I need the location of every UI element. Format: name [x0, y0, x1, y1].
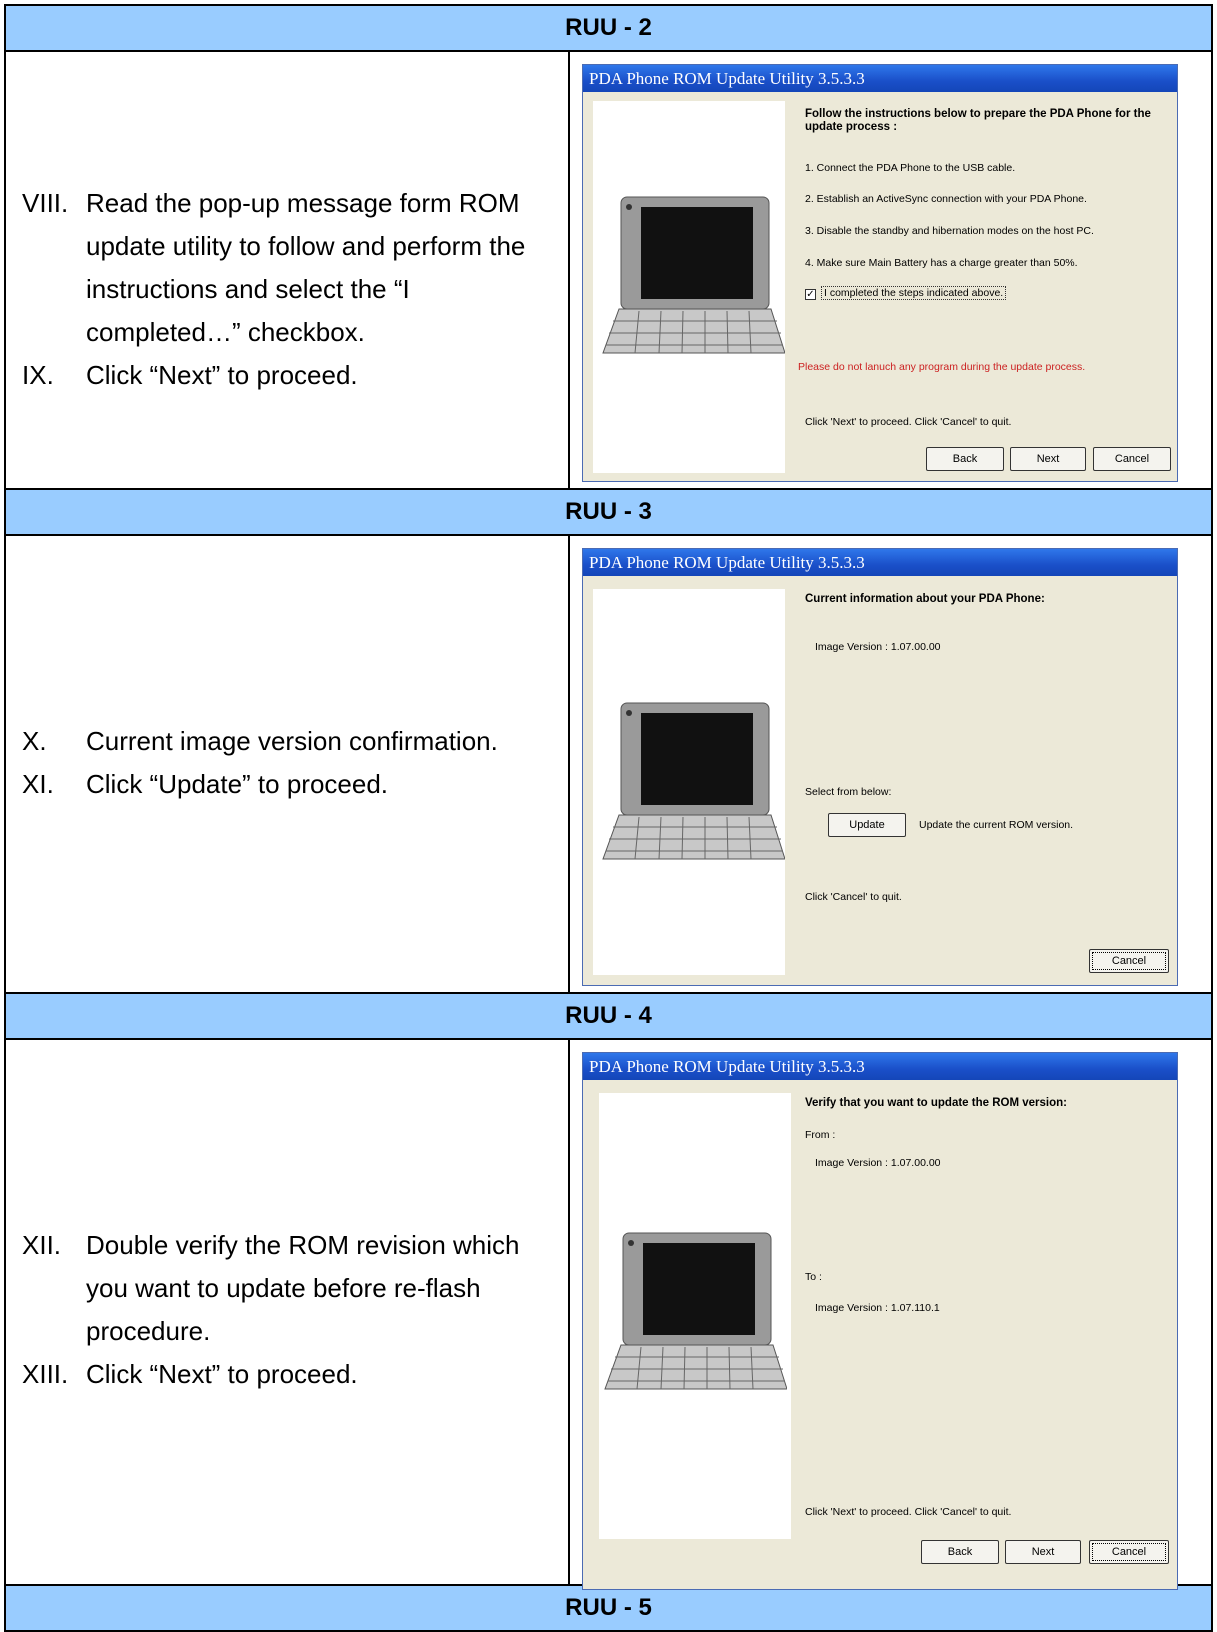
footer-text: Click 'Next' to proceed. Click 'Cancel' …: [805, 416, 1012, 428]
checkbox-label-wrap: I completed the steps indicated above.: [821, 286, 1007, 300]
instruction-cell: VIII. Read the pop-up message form ROM u…: [6, 52, 570, 488]
device-image-panel: [593, 101, 785, 473]
instruction-item: 2. Establish an ActiveSync connection wi…: [805, 193, 1087, 205]
warning-message: Please do not lanuch any program during …: [798, 361, 1086, 373]
ruu-window: PDA Phone ROM Update Utility 3.5.3.3 Fol…: [582, 64, 1178, 482]
section-header-ruu-3: RUU - 3: [6, 490, 1211, 536]
update-description: Update the current ROM version.: [919, 819, 1074, 831]
step-number: IX.: [22, 360, 54, 390]
completed-checkbox[interactable]: ✓: [805, 289, 816, 300]
step-text: Read the pop-up message form ROM update …: [86, 188, 526, 347]
pda-phone-image: [602, 196, 785, 354]
footer-text: Click 'Cancel' to quit.: [805, 891, 902, 903]
pda-phone-image: [602, 702, 785, 860]
step-item: XIII. Click “Next” to proceed.: [22, 1353, 526, 1396]
footer-text: Click 'Next' to proceed. Click 'Cancel' …: [805, 1506, 1012, 1518]
instruction-item: 1. Connect the PDA Phone to the USB cabl…: [805, 162, 1016, 174]
step-number: XII.: [22, 1230, 62, 1260]
update-button[interactable]: Update: [828, 813, 906, 837]
step-text: Click “Next” to proceed.: [86, 360, 358, 390]
screenshot-cell: PDA Phone ROM Update Utility 3.5.3.3 Fol…: [570, 52, 1211, 488]
next-button[interactable]: Next: [1005, 1540, 1081, 1564]
from-version: Image Version : 1.07.00.00: [815, 1157, 941, 1169]
instruction-cell: XII. Double verify the ROM revision whic…: [6, 1040, 570, 1584]
ruu-window: PDA Phone ROM Update Utility 3.5.3.3 Cur…: [582, 548, 1178, 986]
step-text: Double verify the ROM revision which you…: [86, 1230, 520, 1346]
section-header-ruu-4: RUU - 4: [6, 994, 1211, 1040]
step-item: XII. Double verify the ROM revision whic…: [22, 1224, 526, 1353]
device-image-panel: [593, 589, 785, 975]
instruction-cell: X. Current image version confirmation. X…: [6, 536, 570, 992]
back-button[interactable]: Back: [921, 1540, 999, 1564]
cancel-button[interactable]: Cancel: [1089, 949, 1169, 973]
to-label: To :: [805, 1271, 822, 1283]
select-label: Select from below:: [805, 786, 892, 798]
document-table: RUU - 2 VIII. Read the pop-up message fo…: [4, 4, 1213, 1632]
step-item: X. Current image version confirmation.: [22, 720, 526, 763]
window-title: PDA Phone ROM Update Utility 3.5.3.3: [583, 549, 1177, 576]
section-row-ruu-4: XII. Double verify the ROM revision whic…: [6, 1040, 1211, 1590]
screenshot-cell: PDA Phone ROM Update Utility 3.5.3.3 Cur…: [570, 536, 1211, 992]
cancel-button[interactable]: Cancel: [1089, 1540, 1169, 1564]
ruu-window: PDA Phone ROM Update Utility 3.5.3.3 Ver…: [582, 1052, 1178, 1590]
back-button[interactable]: Back: [926, 447, 1004, 471]
section-row-ruu-3: X. Current image version confirmation. X…: [6, 536, 1211, 994]
info-heading: Current information about your PDA Phone…: [805, 593, 1045, 605]
window-title: PDA Phone ROM Update Utility 3.5.3.3: [583, 1053, 1177, 1080]
section-row-ruu-2: VIII. Read the pop-up message form ROM u…: [6, 52, 1211, 490]
pda-phone-image: [604, 1232, 787, 1390]
to-version: Image Version : 1.07.110.1: [815, 1302, 940, 1314]
steps-list: XII. Double verify the ROM revision whic…: [22, 1224, 526, 1396]
steps-list: X. Current image version confirmation. X…: [22, 720, 526, 806]
step-text: Click “Update” to proceed.: [86, 769, 389, 799]
instructions-heading: Follow the instructions below to prepare…: [805, 108, 1151, 133]
cancel-button[interactable]: Cancel: [1093, 447, 1171, 471]
completed-checkbox-label[interactable]: I completed the steps indicated above.: [821, 286, 1007, 300]
next-button[interactable]: Next: [1010, 447, 1086, 471]
step-number: XIII.: [22, 1359, 69, 1389]
step-number: X.: [22, 726, 47, 756]
step-number: XI.: [22, 769, 54, 799]
instruction-item: 4. Make sure Main Battery has a charge g…: [805, 257, 1078, 269]
screenshot-cell: PDA Phone ROM Update Utility 3.5.3.3 Ver…: [570, 1040, 1211, 1590]
window-title: PDA Phone ROM Update Utility 3.5.3.3: [583, 65, 1177, 92]
from-label: From :: [805, 1129, 836, 1141]
step-text: Click “Next” to proceed.: [86, 1359, 358, 1389]
steps-list: VIII. Read the pop-up message form ROM u…: [22, 182, 526, 397]
device-image-panel: [599, 1093, 791, 1539]
step-item: IX. Click “Next” to proceed.: [22, 354, 526, 397]
instruction-item: 3. Disable the standby and hibernation m…: [805, 225, 1094, 237]
step-item: VIII. Read the pop-up message form ROM u…: [22, 182, 526, 354]
step-text: Current image version confirmation.: [86, 726, 498, 756]
verify-heading: Verify that you want to update the ROM v…: [805, 1097, 1067, 1109]
image-version: Image Version : 1.07.00.00: [815, 641, 941, 653]
step-number: VIII.: [22, 188, 69, 218]
step-item: XI. Click “Update” to proceed.: [22, 763, 526, 806]
section-header-ruu-5: RUU - 5: [6, 1586, 1211, 1630]
section-header-ruu-2: RUU - 2: [6, 6, 1211, 52]
